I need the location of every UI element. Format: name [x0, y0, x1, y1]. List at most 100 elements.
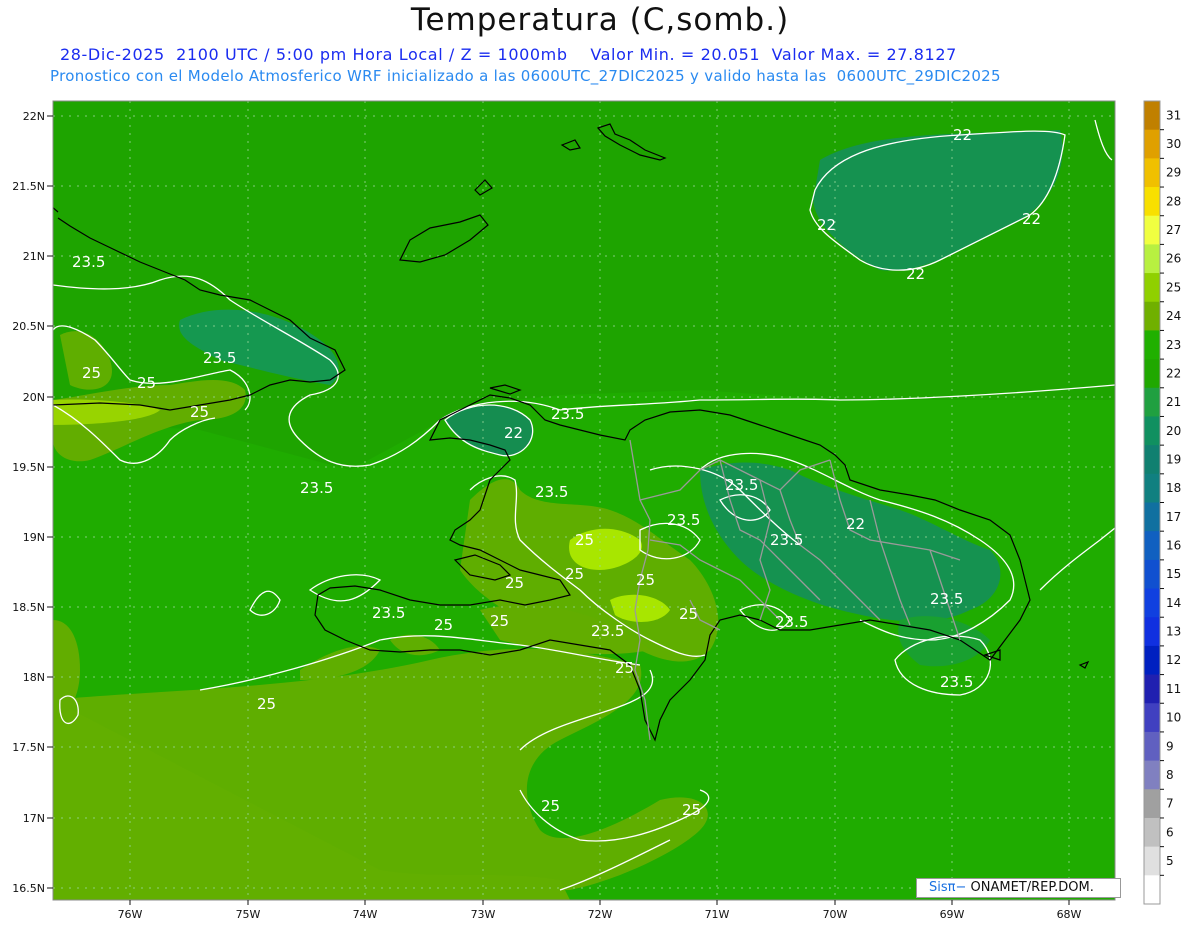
contour-label: 22 [504, 424, 523, 442]
colorbar-swatch [1144, 101, 1160, 131]
colorbar-label: 28 [1166, 194, 1181, 208]
lat-label: 19.5N [12, 461, 45, 474]
colorbar-swatch [1144, 359, 1160, 389]
colorbar-label: 11 [1166, 682, 1181, 696]
credit-org: ONAMET/REP.DOM. [970, 880, 1094, 895]
contour-label: 23.5 [203, 349, 236, 367]
contour-label: 25 [82, 364, 101, 382]
colorbar-label: 6 [1166, 825, 1174, 839]
temperature-map: 22 22 22 22 23.5 23.5 25 25 25 23.5 22 2… [12, 100, 1181, 921]
contour-label: 23.5 [930, 590, 963, 608]
contour-label: 23.5 [300, 479, 333, 497]
colorbar-label: 18 [1166, 481, 1181, 495]
lat-label: 17.5N [12, 741, 45, 754]
lat-label: 21.5N [12, 180, 45, 193]
contour-label: 22 [817, 216, 836, 234]
colorbar-swatch [1144, 789, 1160, 819]
colorbar-swatch [1144, 531, 1160, 561]
colorbar-swatch [1144, 387, 1160, 417]
colorbar-label: 14 [1166, 596, 1181, 610]
lon-label: 72W [588, 908, 613, 921]
contour-label: 23.5 [775, 613, 808, 631]
contour-label: 25 [137, 374, 156, 392]
latitude-axis: 22N 21.5N 21N 20.5N 20N 19.5N 19N 18.5N … [12, 110, 53, 895]
sispi-logo-text: Sisπ− [929, 880, 967, 895]
colorbar-label: 5 [1166, 854, 1174, 868]
lon-label: 68W [1057, 908, 1082, 921]
contour-label: 23.5 [72, 253, 105, 271]
colorbar-label: 30 [1166, 137, 1181, 151]
lat-label: 18N [23, 671, 45, 684]
colorbar-swatch [1144, 731, 1160, 762]
temperature-fill-layer [53, 101, 1115, 900]
contour-label: 23.5 [551, 405, 584, 423]
colorbar-label: 10 [1166, 711, 1181, 725]
colorbar-swatch [1144, 617, 1160, 647]
colorbar-label: 21 [1166, 395, 1181, 409]
contour-label: 23.5 [725, 476, 758, 494]
colorbar-label: 25 [1166, 280, 1181, 294]
lon-label: 71W [705, 908, 730, 921]
colorbar-label: 7 [1166, 797, 1174, 811]
contour-label: 25 [541, 797, 560, 815]
lat-label: 17N [23, 812, 45, 825]
colorbar-swatch [1144, 301, 1160, 331]
colorbar-label: 22 [1166, 366, 1181, 380]
colorbar-swatch [1144, 244, 1160, 274]
contour-label: 25 [490, 612, 509, 630]
colorbar-swatch [1144, 158, 1160, 188]
contour-label: 23.5 [667, 511, 700, 529]
lat-label: 16.5N [12, 882, 45, 895]
colorbar-swatch [1144, 473, 1160, 503]
colorbar-swatch [1144, 588, 1160, 618]
colorbar-swatch [1144, 416, 1160, 446]
colorbar-label: 27 [1166, 223, 1181, 237]
colorbar-swatch [1144, 846, 1160, 876]
colorbar-label: 31 [1166, 108, 1181, 122]
colorbar-label: 9 [1166, 739, 1174, 753]
lat-label: 21N [23, 250, 45, 263]
colorbar-swatch [1144, 559, 1160, 590]
colorbar-label: 23 [1166, 338, 1181, 352]
colorbar-label: 12 [1166, 653, 1181, 667]
colorbar-label: 24 [1166, 309, 1181, 323]
colorbar-label: 29 [1166, 166, 1181, 180]
contour-label: 22 [1022, 210, 1041, 228]
lat-label: 22N [23, 110, 45, 123]
longitude-axis: 76W 75W 74W 73W 72W 71W 70W 69W 68W [118, 900, 1082, 921]
colorbar-label: 17 [1166, 510, 1181, 524]
contour-label: 22 [906, 265, 925, 283]
contour-label: 23.5 [591, 622, 624, 640]
colorbar-swatch [1144, 502, 1160, 532]
colorbar-swatch [1144, 703, 1160, 733]
colorbar-swatch [1144, 129, 1160, 159]
lon-label: 69W [940, 908, 965, 921]
contour-label: 23.5 [770, 531, 803, 549]
lat-label: 18.5N [12, 601, 45, 614]
colorbar-swatch [1144, 760, 1160, 790]
contour-label: 22 [953, 126, 972, 144]
contour-label: 23.5 [535, 483, 568, 501]
colorbar-swatch [1144, 215, 1160, 245]
colorbar-label: 15 [1166, 567, 1181, 581]
contour-label: 25 [575, 531, 594, 549]
contour-label: 25 [190, 403, 209, 421]
contour-label: 22 [846, 515, 865, 533]
contour-label: 25 [434, 616, 453, 634]
colorbar-legend: 31 30 29 28 27 26 25 24 23 22 21 20 19 18 17 16 15 14 13 12… [1143, 100, 1181, 905]
colorbar-label: 19 [1166, 452, 1181, 466]
colorbar-swatch [1144, 817, 1160, 848]
contour-label: 25 [257, 695, 276, 713]
contour-label: 25 [565, 565, 584, 583]
lat-label: 20N [23, 391, 45, 404]
lon-label: 76W [118, 908, 143, 921]
colorbar-swatch [1144, 875, 1160, 905]
contour-label: 25 [505, 574, 524, 592]
credit-box: Sisπ− ONAMET/REP.DOM. [916, 878, 1121, 898]
lon-label: 74W [353, 908, 378, 921]
contour-label: 25 [615, 659, 634, 677]
colorbar-label: 26 [1166, 252, 1181, 266]
lon-label: 70W [823, 908, 848, 921]
lon-label: 73W [471, 908, 496, 921]
colorbar-swatch [1144, 273, 1160, 303]
